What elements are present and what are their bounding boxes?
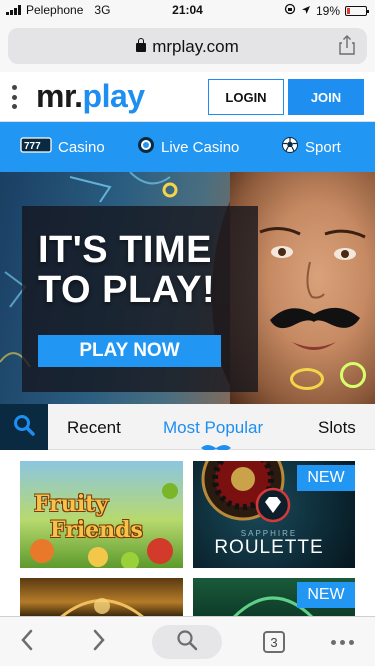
football-icon: [281, 136, 299, 158]
nav-item-label: Sport: [305, 138, 341, 156]
gold-ring-decoration: [290, 368, 324, 390]
site-header: mr.play LOGIN JOIN: [0, 72, 375, 122]
status-right: 19%: [284, 3, 369, 18]
battery-percent: 19%: [315, 3, 340, 18]
url-text: mrplay.com: [152, 37, 239, 56]
game-search-button[interactable]: [0, 404, 48, 450]
nav-item-sport[interactable]: Sport: [281, 122, 341, 172]
share-icon[interactable]: [339, 35, 355, 60]
nav-item-label: Casino: [58, 138, 105, 156]
more-button[interactable]: [326, 617, 358, 666]
login-button[interactable]: LOGIN: [208, 79, 284, 115]
tab-recent[interactable]: Recent: [67, 418, 121, 438]
tabs-count-icon: 3: [263, 631, 285, 653]
more-icon: [330, 639, 354, 645]
address-bar[interactable]: mrplay.com: [8, 28, 367, 64]
green-ring-decoration: [340, 362, 366, 388]
logo-text-play: play: [82, 78, 146, 114]
game-title-line1: Fruity: [34, 491, 109, 517]
battery-icon: [345, 5, 369, 16]
browser-toolbar: 3: [0, 616, 375, 666]
game-tile[interactable]: [20, 578, 183, 618]
search-icon: [13, 414, 35, 441]
mobile-screen: Pelephone 3G 21:04 19% mrplay.com mr.pla…: [0, 0, 375, 666]
rotation-lock-icon: [284, 3, 296, 18]
site-logo[interactable]: mr.play: [36, 78, 145, 115]
chevron-right-icon: [92, 629, 106, 656]
game-tile-sapphire-roulette[interactable]: SAPPHIRE ROULETTE NEW: [193, 461, 355, 568]
nav-item-label: Live Casino: [161, 138, 240, 156]
nav-item-live-casino[interactable]: Live Casino: [137, 122, 239, 172]
hero-banner[interactable]: IT'S TIME TO PLAY! PLAY NOW: [0, 172, 375, 404]
search-icon: [176, 629, 198, 656]
menu-icon[interactable]: [12, 85, 20, 109]
tab-slots[interactable]: Slots: [318, 418, 356, 438]
svg-text:777: 777: [24, 141, 41, 152]
game-title-line2: ROULETTE: [214, 537, 324, 558]
tabs-button[interactable]: 3: [261, 617, 287, 666]
logo-text-mr: mr.: [36, 78, 83, 114]
browser-search-button[interactable]: [152, 625, 222, 659]
diamond-emblem-icon: [255, 487, 291, 528]
play-now-button[interactable]: PLAY NOW: [38, 335, 221, 367]
live-icon: [137, 136, 155, 158]
new-badge: NEW: [297, 465, 355, 491]
new-badge: NEW: [297, 582, 355, 608]
url-display[interactable]: mrplay.com: [8, 37, 367, 57]
game-artwork-image: [59, 598, 145, 618]
chevron-left-icon: [20, 629, 34, 656]
lock-icon: [136, 38, 147, 52]
forward-button[interactable]: [86, 617, 112, 666]
game-title-line2: Friends: [50, 517, 143, 543]
category-nav: 777 Casino Live Casino Sport: [0, 122, 375, 172]
game-tile-fruity-friends[interactable]: Fruity Friends: [20, 461, 183, 568]
nav-item-casino[interactable]: 777 Casino: [20, 122, 105, 172]
browser-url-area: mrplay.com: [0, 20, 375, 72]
join-button[interactable]: JOIN: [288, 79, 364, 115]
hero-headline: IT'S TIME TO PLAY!: [38, 229, 216, 311]
back-button[interactable]: [14, 617, 40, 666]
game-category-tabs: Recent Most Popular Slots: [0, 404, 375, 451]
tab-most-popular[interactable]: Most Popular: [163, 418, 263, 438]
location-icon: [301, 4, 311, 18]
slot-777-icon: 777: [20, 137, 52, 157]
game-tile[interactable]: NEW: [193, 578, 355, 618]
status-bar: Pelephone 3G 21:04 19%: [0, 0, 375, 20]
